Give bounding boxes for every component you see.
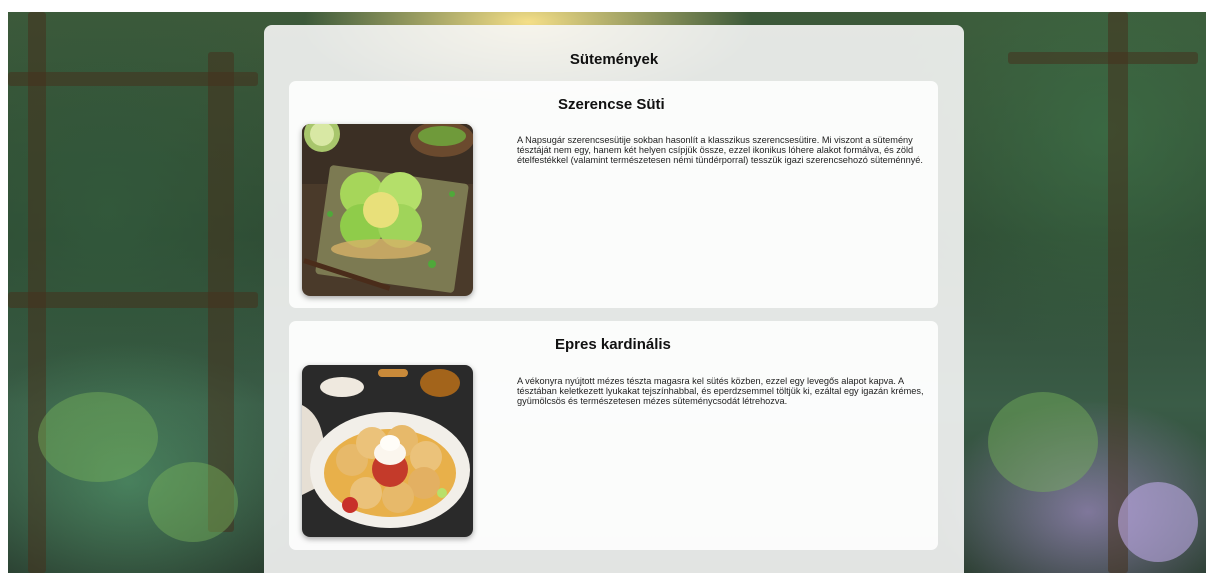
item-description: A vékonyra nyújtott mézes tészta magasra… bbox=[517, 376, 924, 406]
item-title: Szerencse Süti bbox=[558, 96, 665, 113]
pastry-image bbox=[302, 365, 473, 537]
page-title: Sütemények bbox=[569, 51, 659, 68]
cookie-image bbox=[302, 124, 473, 296]
item-description: A Napsugár szerencsesütije sokban hasonl… bbox=[517, 135, 923, 165]
item-title: Epres kardinális bbox=[555, 336, 671, 353]
